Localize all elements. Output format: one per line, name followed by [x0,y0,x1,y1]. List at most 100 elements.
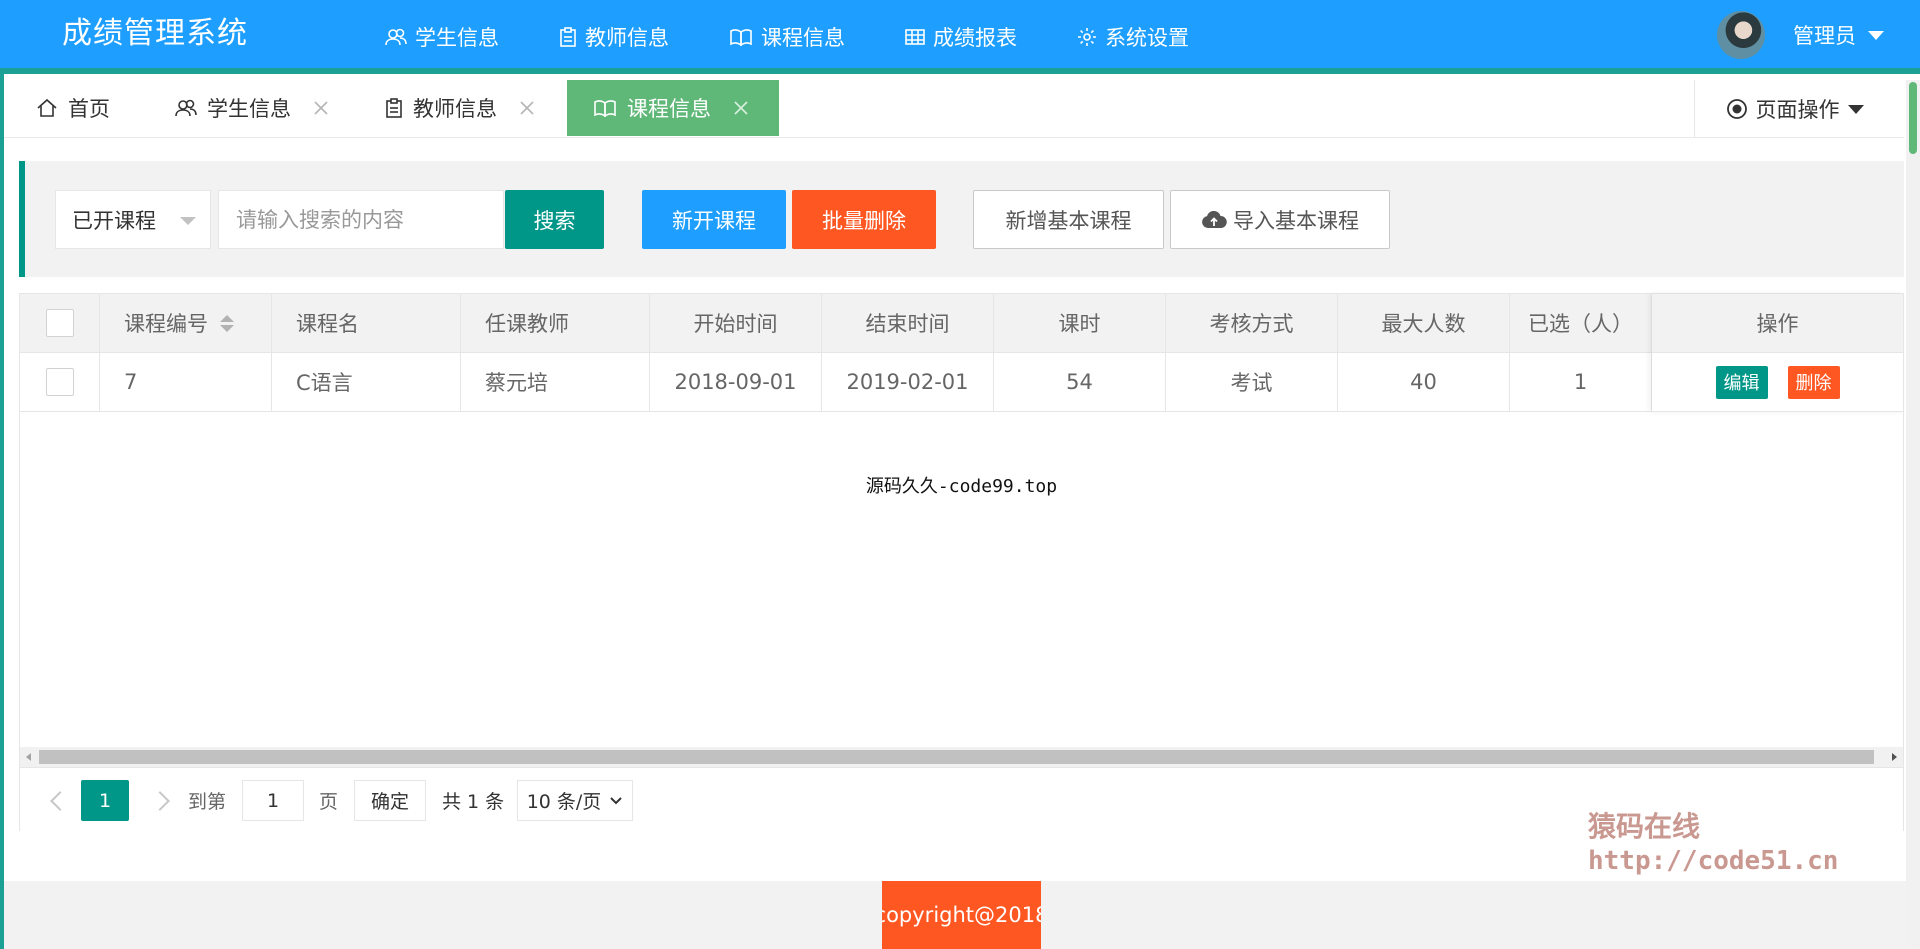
user-name[interactable]: 管理员 [1793,20,1856,50]
import-label: 导入基本课程 [1233,208,1359,233]
nav-label: 课程信息 [761,26,845,50]
add-basic-course-button[interactable]: 新增基本课程 [973,190,1164,249]
vertical-scrollbar[interactable] [1906,80,1920,949]
import-basic-course-button[interactable]: 导入基本课程 [1170,190,1390,249]
chevron-left-icon [50,790,70,811]
horizontal-scrollbar[interactable] [20,747,1903,767]
total-count: 共 1 条 [442,791,505,813]
header-checkbox-cell [20,294,100,352]
column-header-max: 最大人数 [1338,294,1510,352]
close-icon[interactable] [313,100,329,116]
nav-label: 学生信息 [415,26,499,50]
cell-teacher: 蔡元培 [461,353,650,411]
top-header: 成绩管理系统 学生信息 教师信息 课程信息 成绩报表 系统设置 管理员 [0,0,1920,74]
nav-label: 成绩报表 [933,26,1017,50]
select-all-checkbox[interactable] [45,309,74,337]
current-page[interactable]: 1 [81,780,129,821]
app-title: 成绩管理系统 [62,16,248,51]
cell-assessment: 考试 [1166,353,1338,411]
tab-label: 首页 [68,97,110,121]
tab-label: 课程信息 [627,97,711,121]
column-header-selected: 已选（人） [1510,294,1652,352]
batch-delete-button[interactable]: 批量删除 [792,190,936,249]
tab-course-info[interactable]: 课程信息 [567,80,779,136]
header-divider [0,68,1920,74]
top-nav: 学生信息 教师信息 课程信息 成绩报表 系统设置 [355,0,1219,74]
new-course-button[interactable]: 新开课程 [642,190,786,249]
tab-teacher-info[interactable]: 教师信息 [385,80,535,136]
users-icon [385,28,407,46]
search-input[interactable] [218,190,504,249]
search-button[interactable]: 搜索 [505,190,604,249]
scroll-right-icon[interactable] [1892,753,1897,761]
nav-teacher-info[interactable]: 教师信息 [529,0,699,74]
page-operations-menu[interactable]: 页面操作 [1694,80,1894,138]
cell-name: C语言 [272,353,461,411]
page-number-input[interactable]: 1 [242,780,304,821]
chevron-down-icon [610,796,623,804]
table-watermark: 源码久久-code99.top [865,476,1058,497]
delete-button[interactable]: 删除 [1787,365,1840,399]
cell-end: 2019-02-01 [822,353,994,411]
caret-down-icon [1847,104,1864,114]
course-table: 课程编号 课程名 任课教师 开始时间 结束时间 课时 考核方式 最大人数 已选（… [19,293,1904,831]
close-icon[interactable] [519,100,535,116]
close-icon[interactable] [733,100,749,116]
row-checkbox[interactable] [45,368,74,396]
scrollbar-thumb[interactable] [39,750,1874,764]
users-icon [175,99,197,117]
user-menu[interactable]: 管理员 [1717,0,1884,70]
caret-down-icon[interactable] [1868,30,1884,40]
left-accent-bar [0,74,4,949]
column-header-end: 结束时间 [822,294,994,352]
gear-icon [1077,27,1097,47]
nav-student-info[interactable]: 学生信息 [355,0,529,74]
page-tabs: 首页 学生信息 教师信息 课程信息 页面操作 [4,80,1904,138]
nav-label: 教师信息 [585,26,669,50]
goto-label: 到第 [188,791,227,813]
column-header-id[interactable]: 课程编号 [100,294,272,352]
table-icon [905,29,925,45]
confirm-page-button[interactable]: 确定 [354,780,426,821]
tab-label: 学生信息 [207,97,291,121]
dropdown-arrow-icon [180,217,196,225]
search-toolbar: 已开课程 搜索 新开课程 批量删除 新增基本课程 导入基本课程 [19,161,1904,277]
table-row: 7 C语言 蔡元培 2018-09-01 2019-02-01 54 考试 40… [20,353,1903,412]
tab-student-info[interactable]: 学生信息 [175,80,329,136]
avatar[interactable] [1717,11,1765,59]
scrollbar-thumb[interactable] [1909,82,1917,154]
column-header-teacher: 任课教师 [461,294,650,352]
cell-id: 7 [100,353,272,411]
book-icon [593,99,617,117]
sort-icon[interactable] [220,314,234,332]
column-header-hours: 课时 [994,294,1166,352]
cell-max: 40 [1338,353,1510,411]
column-header-actions: 操作 [1756,312,1799,336]
cell-hours: 54 [994,353,1166,411]
clipboard-icon [559,27,577,47]
select-value: 已开课程 [72,208,156,233]
chevron-right-icon [150,790,170,811]
nav-grade-report[interactable]: 成绩报表 [875,0,1047,74]
copyright: copyright@2018 [882,881,1041,949]
tab-home[interactable]: 首页 [36,80,110,136]
course-status-select[interactable]: 已开课程 [55,190,211,249]
home-icon [36,98,58,118]
clipboard-icon [385,98,403,118]
nav-course-info[interactable]: 课程信息 [699,0,875,74]
next-page-button[interactable] [146,780,174,821]
scroll-left-icon[interactable] [26,753,31,761]
column-header-start: 开始时间 [650,294,822,352]
prev-page-button[interactable] [46,780,74,821]
cloud-upload-icon [1201,210,1227,229]
radio-dot-icon [1726,98,1748,120]
column-header-name: 课程名 [272,294,461,352]
cell-actions: 编辑 删除 [1652,353,1903,411]
site-watermark: 猿码在线 http://code51.cn [1588,810,1839,876]
book-icon [729,28,753,46]
nav-system-settings[interactable]: 系统设置 [1047,0,1219,74]
page-size-select[interactable]: 10 条/页 [517,780,633,821]
footer: copyright@2018 [4,881,1906,949]
row-checkbox-cell [20,353,100,411]
edit-button[interactable]: 编辑 [1715,365,1768,399]
